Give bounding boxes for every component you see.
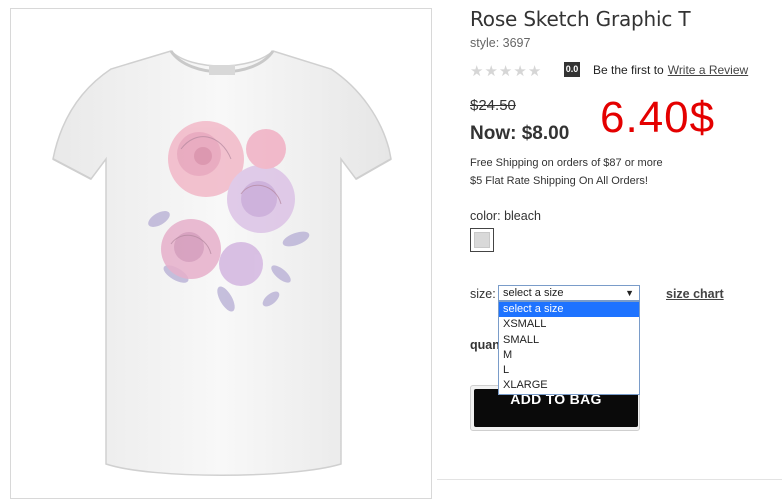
price-annotation: 6.40$ xyxy=(600,93,716,142)
star-icon: ★ xyxy=(513,63,528,80)
size-option-l[interactable]: L xyxy=(499,363,639,378)
size-option-select[interactable]: select a size xyxy=(499,302,639,318)
review-prompt-text: Be the first to xyxy=(593,63,664,77)
star-icon: ★ xyxy=(527,63,543,80)
rating-stars[interactable]: ★★★★★ xyxy=(470,62,542,80)
product-title: Rose Sketch Graphic T xyxy=(470,7,691,31)
size-option-xlarge[interactable]: XLARGE xyxy=(499,378,639,393)
size-option-xsmall[interactable]: XSMALL xyxy=(499,317,639,332)
product-image-panel[interactable] xyxy=(10,8,432,499)
original-price: $24.50 xyxy=(470,97,516,114)
swatch-fill xyxy=(474,232,490,248)
size-dropdown-list[interactable]: select a size XSMALL SMALL M L XLARGE xyxy=(498,301,640,395)
color-value: bleach xyxy=(504,209,541,223)
divider xyxy=(437,479,782,480)
color-swatch-bleach[interactable] xyxy=(470,228,494,252)
star-icon: ★ xyxy=(498,63,514,80)
size-option-m[interactable]: M xyxy=(499,348,639,363)
size-select-value: select a size xyxy=(503,287,564,299)
write-review-link[interactable]: Write a Review xyxy=(668,63,748,77)
size-select[interactable]: select a size ▼ xyxy=(498,285,640,301)
size-label: size: xyxy=(470,287,496,301)
quantity-label: quan xyxy=(470,338,500,352)
star-icon: ★ xyxy=(484,63,499,80)
shipping-line-1: Free Shipping on orders of $87 or more xyxy=(470,157,663,169)
color-label: color: bleach xyxy=(470,209,541,223)
shipping-line-2: $5 Flat Rate Shipping On All Orders! xyxy=(470,175,648,187)
tshirt-image xyxy=(52,50,392,476)
product-style: style: 3697 xyxy=(470,36,531,50)
size-option-small[interactable]: SMALL xyxy=(499,333,639,348)
review-prompt: Be the first to Write a Review xyxy=(593,63,748,77)
star-icon: ★ xyxy=(470,63,485,80)
color-label-text: color: xyxy=(470,209,501,223)
sale-price: Now: $8.00 xyxy=(470,123,570,144)
rating-score: 0.0 xyxy=(564,62,580,77)
dropdown-arrow-icon: ▼ xyxy=(625,288,634,298)
size-chart-link[interactable]: size chart xyxy=(666,287,724,301)
